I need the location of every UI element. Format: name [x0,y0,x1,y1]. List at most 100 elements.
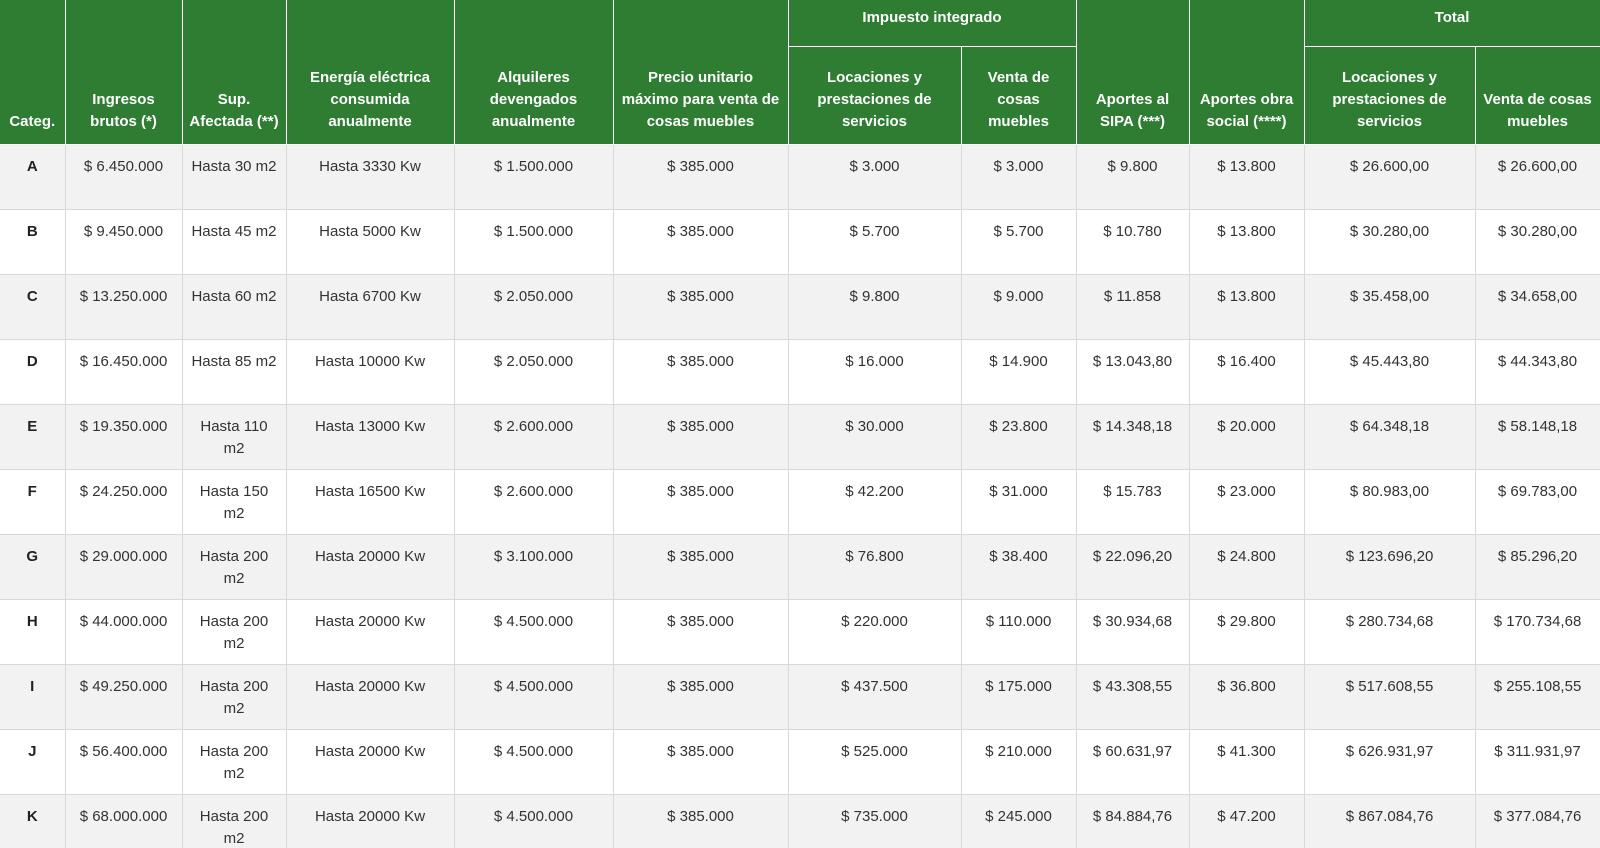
cell-impuesto-locaciones: $ 220.000 [788,599,962,665]
cell-total-locaciones: $ 35.458,00 [1304,274,1476,340]
cell-sipa: $ 10.780 [1076,209,1190,275]
cell-obra: $ 29.800 [1189,599,1305,665]
cell-precio: $ 385.000 [613,599,789,665]
cell-total-locaciones: $ 123.696,20 [1304,534,1476,600]
header-ingresos: Ingresos brutos (*) [65,0,183,145]
cell-ingresos: $ 19.350.000 [65,404,183,470]
cell-total-venta: $ 69.783,00 [1475,469,1600,535]
header-energia: Energía eléctrica consumida anualmente [286,0,455,145]
cell-total-venta: $ 34.658,00 [1475,274,1600,340]
cell-ingresos: $ 6.450.000 [65,144,183,210]
cell-impuesto-venta: $ 31.000 [961,469,1077,535]
header-obra: Aportes obra social (****) [1189,0,1305,145]
cell-impuesto-venta: $ 38.400 [961,534,1077,600]
header-alquileres: Alquileres devengados anualmente [454,0,614,145]
cell-categ: G [0,534,66,600]
cell-alquileres: $ 4.500.000 [454,729,614,795]
header-total-venta: Venta de cosas muebles [1475,46,1600,145]
cell-total-locaciones: $ 26.600,00 [1304,144,1476,210]
cell-ingresos: $ 44.000.000 [65,599,183,665]
cell-total-locaciones: $ 30.280,00 [1304,209,1476,275]
cell-categ: H [0,599,66,665]
cell-alquileres: $ 3.100.000 [454,534,614,600]
cell-sup: Hasta 45 m2 [182,209,287,275]
cell-sup: Hasta 200 m2 [182,534,287,600]
cell-sup: Hasta 85 m2 [182,339,287,405]
cell-sup: Hasta 200 m2 [182,794,287,848]
cell-precio: $ 385.000 [613,404,789,470]
cell-impuesto-locaciones: $ 30.000 [788,404,962,470]
table-row: A $ 6.450.000 Hasta 30 m2 Hasta 3330 Kw $ 1.… [0,144,1600,210]
cell-alquileres: $ 1.500.000 [454,209,614,275]
cell-energia: Hasta 20000 Kw [286,729,455,795]
cell-impuesto-venta: $ 245.000 [961,794,1077,848]
cell-energia: Hasta 20000 Kw [286,794,455,848]
cell-alquileres: $ 4.500.000 [454,664,614,730]
cell-impuesto-venta: $ 14.900 [961,339,1077,405]
cell-obra: $ 13.800 [1189,209,1305,275]
cell-total-venta: $ 44.343,80 [1475,339,1600,405]
cell-total-venta: $ 85.296,20 [1475,534,1600,600]
cell-ingresos: $ 24.250.000 [65,469,183,535]
cell-categ: B [0,209,66,275]
cell-total-locaciones: $ 626.931,97 [1304,729,1476,795]
cell-ingresos: $ 49.250.000 [65,664,183,730]
cell-categ: E [0,404,66,470]
cell-alquileres: $ 4.500.000 [454,794,614,848]
cell-ingresos: $ 56.400.000 [65,729,183,795]
cell-sup: Hasta 200 m2 [182,599,287,665]
cell-categ: F [0,469,66,535]
cell-obra: $ 23.000 [1189,469,1305,535]
header-categ: Categ. [0,0,66,145]
cell-sup: Hasta 30 m2 [182,144,287,210]
table-header: Categ. Ingresos brutos (*) Sup. Afectada… [0,0,1600,145]
header-impuesto-venta: Venta de cosas muebles [961,46,1077,145]
table-row: I $ 49.250.000 Hasta 200 m2 Hasta 20000 Kw $… [0,664,1600,730]
cell-sipa: $ 22.096,20 [1076,534,1190,600]
cell-sipa: $ 60.631,97 [1076,729,1190,795]
table-row: K $ 68.000.000 Hasta 200 m2 Hasta 20000 Kw $… [0,794,1600,848]
cell-energia: Hasta 6700 Kw [286,274,455,340]
table-row: J $ 56.400.000 Hasta 200 m2 Hasta 20000 Kw $… [0,729,1600,795]
cell-sup: Hasta 200 m2 [182,664,287,730]
cell-total-venta: $ 311.931,97 [1475,729,1600,795]
cell-categ: D [0,339,66,405]
header-total-locaciones: Locaciones y prestaciones de servicios [1304,46,1476,145]
cell-impuesto-locaciones: $ 9.800 [788,274,962,340]
cell-energia: Hasta 20000 Kw [286,599,455,665]
table-row: H $ 44.000.000 Hasta 200 m2 Hasta 20000 Kw $… [0,599,1600,665]
cell-total-venta: $ 170.734,68 [1475,599,1600,665]
cell-sup: Hasta 110 m2 [182,404,287,470]
table-row: F $ 24.250.000 Hasta 150 m2 Hasta 16500 Kw $… [0,469,1600,535]
cell-impuesto-locaciones: $ 5.700 [788,209,962,275]
cell-precio: $ 385.000 [613,144,789,210]
cell-total-locaciones: $ 280.734,68 [1304,599,1476,665]
table-row: B $ 9.450.000 Hasta 45 m2 Hasta 5000 Kw $ 1.… [0,209,1600,275]
cell-precio: $ 385.000 [613,274,789,340]
cell-obra: $ 13.800 [1189,144,1305,210]
cell-impuesto-venta: $ 3.000 [961,144,1077,210]
cell-impuesto-locaciones: $ 76.800 [788,534,962,600]
cell-obra: $ 16.400 [1189,339,1305,405]
table-body: A $ 6.450.000 Hasta 30 m2 Hasta 3330 Kw $ 1.… [0,144,1600,848]
cell-energia: Hasta 16500 Kw [286,469,455,535]
cell-impuesto-locaciones: $ 16.000 [788,339,962,405]
cell-precio: $ 385.000 [613,664,789,730]
cell-obra: $ 36.800 [1189,664,1305,730]
header-sipa: Aportes al SIPA (***) [1076,0,1190,145]
cell-alquileres: $ 2.050.000 [454,339,614,405]
cell-alquileres: $ 4.500.000 [454,599,614,665]
cell-obra: $ 41.300 [1189,729,1305,795]
cell-impuesto-venta: $ 210.000 [961,729,1077,795]
cell-impuesto-venta: $ 5.700 [961,209,1077,275]
cell-sipa: $ 11.858 [1076,274,1190,340]
cell-total-locaciones: $ 517.608,55 [1304,664,1476,730]
header-precio: Precio unitario máximo para venta de cos… [613,0,789,145]
cell-energia: Hasta 20000 Kw [286,664,455,730]
cell-sipa: $ 43.308,55 [1076,664,1190,730]
cell-sipa: $ 14.348,18 [1076,404,1190,470]
cell-precio: $ 385.000 [613,729,789,795]
cell-total-locaciones: $ 64.348,18 [1304,404,1476,470]
cell-energia: Hasta 10000 Kw [286,339,455,405]
cell-sipa: $ 84.884,76 [1076,794,1190,848]
